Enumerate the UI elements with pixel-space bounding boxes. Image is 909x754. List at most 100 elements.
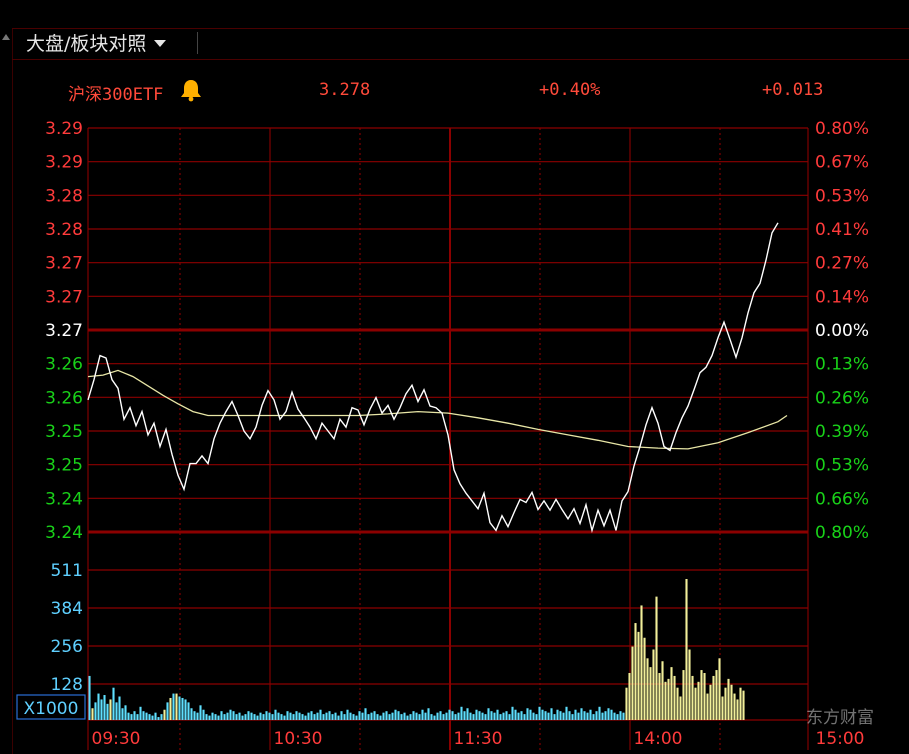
volume-bar <box>517 712 520 720</box>
volume-bar <box>610 709 613 720</box>
volume-bar <box>412 711 415 720</box>
volume-bar <box>637 631 640 720</box>
volume-bar <box>709 684 712 720</box>
volume-bar <box>688 649 691 720</box>
percent-tick-label: 0.67% <box>815 153 869 173</box>
volume-bar <box>553 714 556 720</box>
volume-bar <box>328 711 331 720</box>
volume-bar <box>631 646 634 720</box>
volume-bar <box>574 709 577 720</box>
percent-tick-label: 0.14% <box>815 287 869 307</box>
volume-bar <box>88 675 91 720</box>
percent-tick-label: 0.53% <box>815 456 869 476</box>
volume-bar <box>733 693 736 720</box>
volume-bar <box>259 712 262 720</box>
volume-bar <box>616 714 619 720</box>
volume-bar <box>730 684 733 720</box>
volume-bar <box>520 711 523 720</box>
volume-bar <box>613 712 616 720</box>
volume-bar <box>427 708 430 720</box>
volume-bar <box>100 699 103 720</box>
volume-bar <box>700 670 703 720</box>
volume-bar <box>403 712 406 720</box>
volume-bar <box>235 714 238 720</box>
volume-bar <box>187 702 190 720</box>
volume-bar <box>424 712 427 720</box>
volume-bar <box>265 711 268 720</box>
volume-bar <box>715 670 718 720</box>
volume-unit-label: X1000 <box>24 699 79 719</box>
volume-bar <box>496 709 499 720</box>
volume-bar <box>559 711 562 720</box>
volume-bar <box>526 708 529 720</box>
volume-bar <box>253 714 256 720</box>
volume-bar <box>643 637 646 720</box>
volume-bar <box>634 623 637 720</box>
volume-bar <box>94 702 97 720</box>
volume-bar <box>388 714 391 720</box>
volume-bar <box>202 709 205 720</box>
volume-bar <box>334 712 337 720</box>
volume-bar <box>499 714 502 720</box>
volume-bar <box>628 673 631 720</box>
volume-bar <box>583 711 586 720</box>
volume-bar <box>586 712 589 720</box>
time-tick-label: 11:30 <box>454 729 503 749</box>
volume-bar <box>121 708 124 720</box>
volume-bar <box>466 708 469 720</box>
price-tick-label: 3.26 <box>45 388 83 408</box>
volume-bar <box>679 696 682 720</box>
volume-bar <box>502 712 505 720</box>
volume-bar <box>514 709 517 720</box>
volume-bar <box>565 706 568 720</box>
volume-bar <box>667 678 670 720</box>
price-tick-label: 3.29 <box>45 119 83 139</box>
volume-bar <box>322 714 325 720</box>
volume-bar <box>451 711 454 720</box>
percent-tick-label: 0.80% <box>815 523 869 543</box>
volume-bar <box>310 711 313 720</box>
volume-bar <box>706 693 709 720</box>
volume-bar <box>391 712 394 720</box>
volume-bar <box>373 711 376 720</box>
volume-bar <box>280 714 283 720</box>
time-tick-label: 09:30 <box>92 729 141 749</box>
percent-tick-label: 0.39% <box>815 422 869 442</box>
volume-bar <box>703 673 706 720</box>
volume-bar <box>367 714 370 720</box>
volume-bar <box>241 715 244 720</box>
volume-bar <box>127 712 130 720</box>
percent-axis-right: 0.80% 0.67% 0.53% 0.41% 0.27% 0.14% 0.00% 0.13%… <box>815 119 869 543</box>
volume-bar <box>724 687 727 720</box>
volume-bar <box>145 712 148 720</box>
volume-bar <box>550 708 553 720</box>
volume-bar <box>109 699 112 720</box>
volume-bar <box>124 705 127 720</box>
volume-bar <box>286 711 289 720</box>
percent-tick-label: 0.26% <box>815 388 869 408</box>
volume-bar <box>136 714 139 720</box>
volume-bar <box>691 675 694 720</box>
volume-bar <box>301 714 304 720</box>
volume-bar <box>742 690 745 720</box>
volume-bar <box>313 714 316 720</box>
volume-bar <box>652 649 655 720</box>
price-tick-label: 3.25 <box>45 422 83 442</box>
volume-bar <box>712 675 715 720</box>
volume-bar <box>394 709 397 720</box>
volume-bar <box>115 702 118 720</box>
intraday-chart[interactable]: 3.29 3.29 3.28 3.28 3.27 3.27 3.27 3.26 3.26 3.25… <box>0 0 909 754</box>
volume-bar <box>607 708 610 720</box>
volume-bar <box>433 715 436 720</box>
volume-bar <box>589 709 592 720</box>
volume-bar <box>409 714 412 720</box>
price-axis-left: 3.29 3.29 3.28 3.28 3.27 3.27 3.27 3.26 3.26 3.25… <box>45 119 83 543</box>
volume-bar <box>577 712 580 720</box>
watermark: 东方财富 <box>806 708 874 728</box>
volume-bar <box>604 711 607 720</box>
volume-bar <box>244 714 247 720</box>
volume-bar <box>568 711 571 720</box>
price-tick-label: 3.24 <box>45 523 83 543</box>
volume-bar <box>454 714 457 720</box>
volume-bar <box>157 717 160 720</box>
